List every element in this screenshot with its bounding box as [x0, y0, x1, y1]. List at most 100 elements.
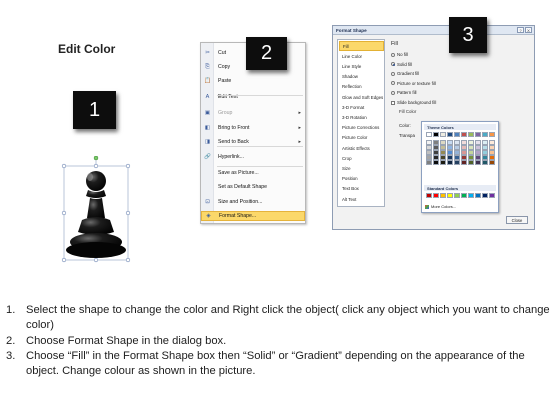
color-swatch[interactable] [482, 160, 488, 165]
option-solid-fill[interactable]: Solid fill [391, 62, 412, 67]
nav-item-artistic-effects[interactable]: Artistic Effects [339, 143, 384, 153]
nav-item-size[interactable]: Size [339, 163, 384, 173]
color-swatch[interactable] [426, 160, 432, 165]
instruction-list: 1. Select the shape to change the color … [6, 303, 556, 379]
option-no-fill[interactable]: No fill [391, 52, 408, 57]
menu-item-set-as-default-shape[interactable]: Set as Default Shape [201, 182, 305, 192]
menu-item-group: ▣ Group ▸ [201, 108, 305, 118]
nav-item-alt-text[interactable]: Alt Text [339, 194, 384, 204]
nav-item-crop[interactable]: Crop [339, 153, 384, 163]
color-swatch[interactable] [489, 160, 495, 165]
nav-item-3-d-format[interactable]: 3-D Format [339, 102, 384, 112]
group-icon: ▣ [204, 110, 211, 116]
theme-color-row [426, 132, 495, 137]
menu-item-format-shape[interactable]: ◈ Format Shape... [201, 211, 305, 221]
menu-item-paste[interactable]: 📋 Paste [201, 76, 305, 86]
color-swatch[interactable] [447, 160, 453, 165]
nav-item-3-d-rotation[interactable]: 3-D Rotation [339, 112, 384, 122]
format-shape-dialog: Format Shape ? X Fill Line Color Line Styl… [332, 25, 535, 230]
help-button[interactable]: ? [517, 27, 524, 33]
nav-item-fill[interactable]: Fill [339, 41, 384, 51]
color-swatch[interactable] [468, 193, 474, 198]
menu-item-label: Set as Default Shape [218, 184, 268, 190]
color-swatch[interactable] [426, 132, 432, 137]
color-swatch[interactable] [433, 132, 439, 137]
nav-item-text-box[interactable]: Text Box [339, 184, 384, 194]
color-swatch[interactable] [454, 132, 460, 137]
nav-item-picture-color[interactable]: Picture Color [339, 133, 384, 143]
color-swatch[interactable] [468, 132, 474, 137]
color-swatch[interactable] [440, 160, 446, 165]
nav-item-picture-corrections[interactable]: Picture Corrections [339, 123, 384, 133]
color-swatch[interactable] [454, 160, 460, 165]
color-swatch[interactable] [426, 193, 432, 198]
color-swatch[interactable] [475, 160, 481, 165]
color-swatch[interactable] [475, 132, 481, 137]
close-button[interactable]: Close [506, 216, 528, 224]
close-icon[interactable]: X [525, 27, 532, 33]
step-number: 2. [6, 334, 16, 347]
nav-item-line-style[interactable]: Line Style [339, 61, 384, 71]
radio-button[interactable] [391, 52, 395, 57]
color-palette: Theme Colors Standard Colors More Colors… [421, 121, 499, 213]
color-swatch[interactable] [440, 132, 446, 137]
color-swatch[interactable] [468, 160, 474, 165]
color-swatch[interactable] [489, 193, 495, 198]
menu-item-label: Bring to Front [218, 125, 250, 131]
standard-color-row [426, 193, 495, 198]
radio-button[interactable] [391, 90, 395, 95]
option-label: Pattern fill [397, 90, 417, 96]
step-badge-3: 3 [449, 17, 487, 53]
color-swatch[interactable] [489, 132, 495, 137]
color-swatch[interactable] [454, 193, 460, 198]
color-swatch[interactable] [482, 132, 488, 137]
menu-item-size-and-position[interactable]: ⊡ Size and Position... [201, 197, 305, 207]
color-swatch[interactable] [433, 160, 439, 165]
option-picture-or-texture-fill[interactable]: Picture or texture fill [391, 81, 436, 86]
nav-item-line-color[interactable]: Line Color [339, 51, 384, 61]
menu-item-edit-text[interactable]: A Edit Text [201, 92, 305, 102]
radio-button[interactable] [391, 62, 395, 67]
option-slide-background-fill[interactable]: Slide background fill [391, 100, 436, 105]
color-swatch[interactable] [447, 193, 453, 198]
menu-item-save-as-picture[interactable]: Save as Picture... [201, 168, 305, 178]
radio-button[interactable] [391, 81, 395, 86]
transparency-label: Transpa [399, 133, 415, 138]
option-label: Picture or texture fill [397, 80, 436, 86]
checkbox[interactable] [391, 100, 395, 105]
scissors-icon: ✂ [205, 50, 210, 56]
step-text: Choose Format Shape in the dialog box. [26, 334, 227, 347]
radio-button[interactable] [391, 71, 395, 76]
pawn-shape[interactable] [60, 156, 132, 264]
menu-item-bring-to-front[interactable]: ◧ Bring to Front ▸ [201, 123, 305, 133]
submenu-arrow-icon: ▸ [298, 125, 301, 131]
option-gradient-fill[interactable]: Gradient fill [391, 71, 419, 76]
theme-colors-heading: Theme Colors [424, 124, 496, 130]
paste-icon: 📋 [204, 78, 211, 84]
color-swatch[interactable] [475, 193, 481, 198]
color-swatch[interactable] [461, 132, 467, 137]
color-swatch[interactable] [461, 193, 467, 198]
menu-item-label: Format Shape... [219, 213, 257, 219]
text-icon: A [205, 94, 210, 100]
nav-item-shadow[interactable]: Shadow [339, 72, 384, 82]
option-pattern-fill[interactable]: Pattern fill [391, 90, 417, 95]
color-swatch[interactable] [440, 193, 446, 198]
nav-item-glow-and-soft-edges[interactable]: Glow and Soft Edges [339, 92, 384, 102]
more-colors-item[interactable]: More Colors... [425, 204, 456, 209]
instruction-step: 2. Choose Format Shape in the dialog box… [6, 334, 556, 349]
theme-shade-grid [426, 140, 495, 165]
dialog-title: Format Shape [336, 27, 367, 33]
menu-item-hyperlink[interactable]: 🔗 Hyperlink... [201, 152, 305, 162]
step-number: 1. [6, 304, 16, 316]
color-swatch[interactable] [447, 132, 453, 137]
nav-item-position[interactable]: Position [339, 174, 384, 184]
step-text: Choose “Fill” in the Format Shape box th… [26, 349, 525, 378]
step-number: 3. [6, 349, 16, 362]
color-swatch[interactable] [461, 160, 467, 165]
nav-item-reflection[interactable]: Reflection [339, 82, 384, 92]
menu-item-label: Copy [218, 64, 231, 70]
color-swatch[interactable] [482, 193, 488, 198]
color-label: Color: [399, 123, 411, 128]
color-swatch[interactable] [433, 193, 439, 198]
